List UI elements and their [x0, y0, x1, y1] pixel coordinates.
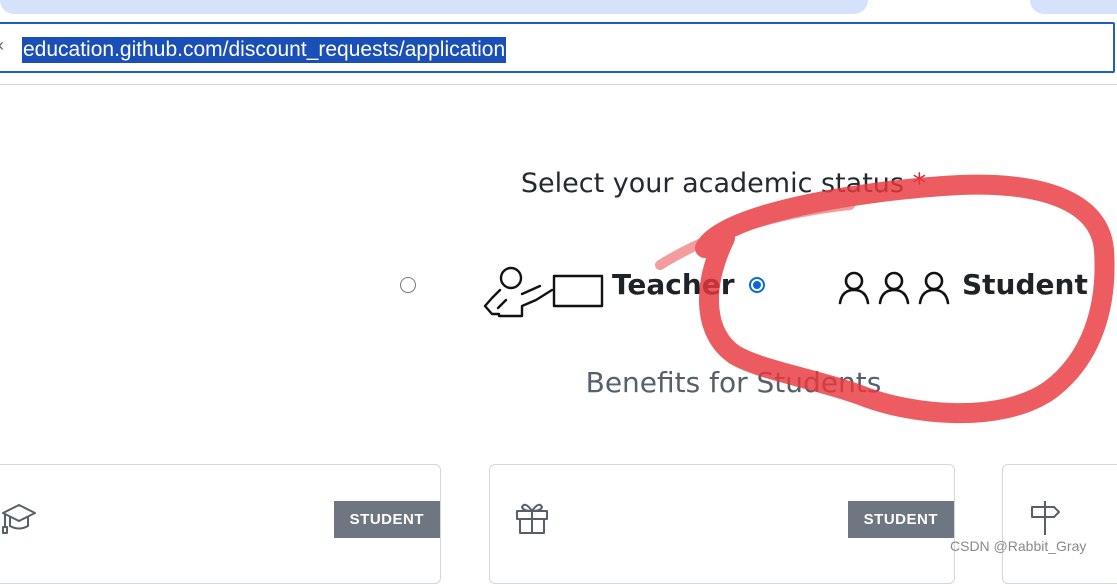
- student-badge: STUDENT: [847, 501, 954, 538]
- required-marker: *: [912, 168, 927, 199]
- gift-icon: [516, 503, 548, 534]
- teacher-icon: [483, 266, 604, 318]
- address-url[interactable]: education.github.com/discount_requests/a…: [22, 37, 507, 63]
- teacher-radio[interactable]: [400, 277, 416, 293]
- watermark: CSDN @Rabbit_Gray: [950, 538, 1087, 554]
- benefit-card[interactable]: STUDENT: [489, 464, 955, 584]
- student-badge: STUDENT: [333, 501, 440, 538]
- student-label[interactable]: Student: [962, 268, 1088, 301]
- graduation-cap-icon: [2, 504, 36, 534]
- teacher-label[interactable]: Teacher: [612, 268, 735, 301]
- browser-tab-right[interactable]: [1030, 0, 1117, 14]
- benefits-title: Benefits for Students: [585, 366, 882, 399]
- benefit-card[interactable]: [1002, 464, 1117, 584]
- chevron-left-icon[interactable]: ‹: [0, 35, 4, 56]
- academic-status-label: Select your academic status *: [0, 168, 1117, 199]
- academic-status-text: Select your academic status: [520, 168, 904, 199]
- browser-tab-strip: [0, 0, 868, 14]
- divider: [0, 84, 1117, 85]
- signpost-icon: [1031, 501, 1060, 535]
- students-icon: [838, 271, 950, 305]
- benefit-card[interactable]: STUDENT: [0, 464, 441, 584]
- student-radio[interactable]: [749, 277, 765, 293]
